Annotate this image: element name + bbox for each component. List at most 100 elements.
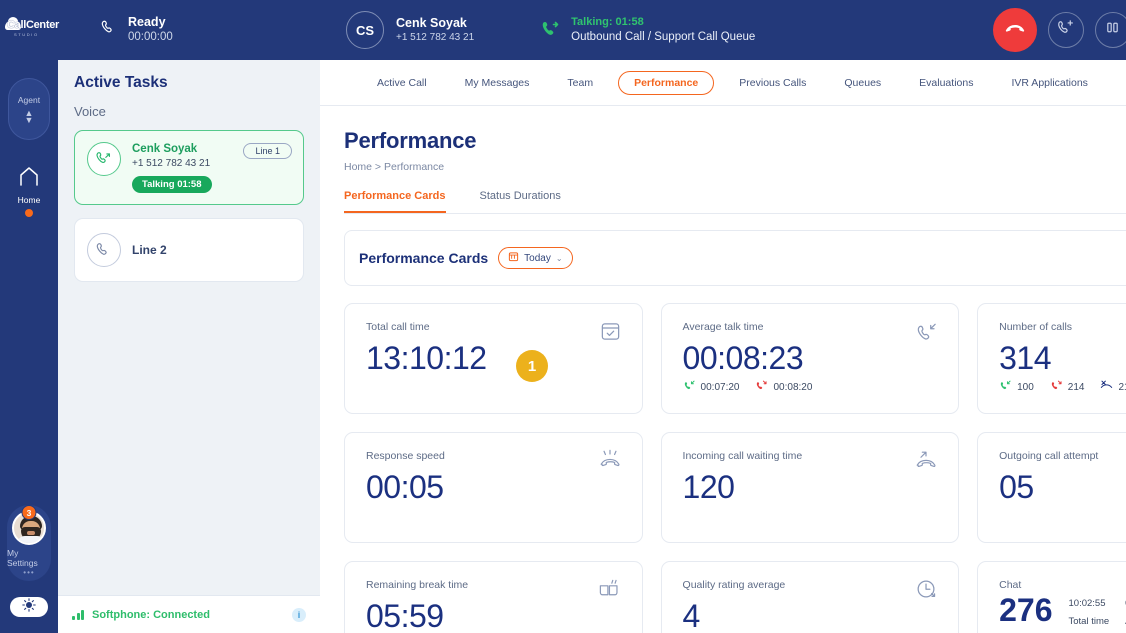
card-subvalues: 00:07:20 00:08:20 <box>683 379 941 395</box>
clock-arrow-icon <box>915 578 938 606</box>
my-settings-label: My Settings <box>7 547 38 568</box>
panel-title: Performance Cards <box>359 250 489 266</box>
card-number-of-calls[interactable]: Number of calls 314 100 214 2 <box>977 303 1126 414</box>
hangup-button[interactable] <box>992 8 1037 52</box>
info-icon[interactable]: i <box>292 607 306 622</box>
chat-stats-row: 276 10:02:55 Total time 00:22:17 Average… <box>999 591 1126 629</box>
tab-previous-calls[interactable]: Previous Calls <box>720 77 825 89</box>
phone-missed-icon <box>1100 379 1113 395</box>
more-dots-icon: ••• <box>23 567 35 577</box>
chevron-down-icon: ⌄ <box>555 253 563 263</box>
tab-performance-cards[interactable]: Performance Cards <box>344 190 446 213</box>
phone-icon <box>100 19 118 42</box>
tab-my-appointments[interactable]: My Appointments <box>1107 77 1126 89</box>
tab-my-messages[interactable]: My Messages <box>446 77 549 89</box>
panel-header: Performance Cards Today ⌄ <box>345 231 1126 285</box>
phone-incoming-green-icon <box>999 379 1012 395</box>
tab-queues[interactable]: Queues <box>825 77 900 89</box>
phone-ringing-icon <box>598 449 622 476</box>
page-content: Performance Home > Performance Performan… <box>320 106 1126 633</box>
card-label: Quality rating average <box>682 579 786 591</box>
caller-name: Cenk Soyak <box>396 16 467 30</box>
card-label: Incoming call waiting time <box>682 450 803 462</box>
call-queue-detail: Outbound Call / Support Call Queue <box>571 31 756 43</box>
my-settings-button[interactable]: 3 My Settings ••• <box>7 505 51 581</box>
settings-notification-badge: 3 <box>21 505 37 520</box>
signal-bars-icon <box>72 609 84 620</box>
agent-status-header: Ready 00:00:00 <box>58 0 320 60</box>
hold-button[interactable] <box>1094 12 1126 48</box>
home-active-dot-icon <box>25 209 33 217</box>
updown-chevrons-icon: ▲ ▼ <box>24 107 34 125</box>
card-subvalues: 100 214 2 <box>999 379 1126 395</box>
card-outgoing-call-attempt[interactable]: Outgoing call attempt 05 <box>977 432 1126 543</box>
card-label: Outgoing call attempt <box>999 450 1099 462</box>
sub-incoming-value: 100 <box>1017 381 1034 393</box>
task-card-active[interactable]: Cenk Soyak +1 512 782 43 21 Talking 01:5… <box>74 130 304 205</box>
sidebar-item-home[interactable]: Home <box>17 166 41 217</box>
card-total-call-time[interactable]: Total call time 13:10:12 <box>344 303 643 414</box>
card-value: 4 <box>682 598 701 633</box>
performance-cards-grid: Total call time 13:10:12 Average talk ti… <box>344 303 1126 633</box>
pause-icon <box>1105 20 1120 40</box>
app-root: CallCenter STUDIO Agent ▲ ▼ Home 3 My Se… <box>0 0 1126 633</box>
card-response-speed[interactable]: Response speed 00:05 <box>344 432 643 543</box>
agent-status-selector[interactable]: Agent ▲ ▼ <box>8 78 50 140</box>
task-status-badge: Talking 01:58 <box>132 176 212 193</box>
card-value: 05:59 <box>366 598 444 633</box>
caller-phone: +1 512 782 43 21 <box>396 32 475 43</box>
sub-missed: 214 <box>1100 379 1126 395</box>
chat-total-time-value: 10:02:55 <box>1068 598 1106 609</box>
tab-evaluations[interactable]: Evaluations <box>900 77 992 89</box>
breadcrumb: Home > Performance <box>344 161 445 173</box>
sub-outgoing: 00:08:20 <box>755 379 812 395</box>
logo-text: CallCenter <box>7 19 60 31</box>
chat-total-time-label: Total time <box>1068 616 1110 627</box>
phone-outgoing-red-icon <box>755 379 768 395</box>
calendar-icon <box>508 251 519 265</box>
card-average-talk-time[interactable]: Average talk time 00:08:23 00:07:20 00:0… <box>660 303 960 414</box>
card-chat[interactable]: Chat 276 10:02:55 Total time 00:22:17 Av… <box>977 561 1126 633</box>
tab-performance[interactable]: Performance <box>618 70 715 95</box>
card-remaining-break-time[interactable]: Remaining break time 05:59 <box>344 561 643 633</box>
performance-cards-panel: Performance Cards Today ⌄ <box>344 230 1126 286</box>
caller-info: CS Cenk Soyak +1 512 782 43 21 <box>346 11 474 49</box>
card-value: 00:05 <box>366 469 444 505</box>
agent-status-state: Ready <box>128 15 166 29</box>
sun-icon <box>22 597 36 617</box>
caller-avatar-initials: CS <box>346 11 384 49</box>
card-value: 13:10:12 <box>366 340 487 376</box>
card-label: Response speed <box>366 450 445 462</box>
phone-outgoing-green-icon <box>87 142 121 176</box>
task-line2-label: Line 2 <box>132 243 167 257</box>
left-icon-rail: CallCenter STUDIO Agent ▲ ▼ Home 3 My Se… <box>0 0 60 633</box>
softphone-status-text: Softphone: Connected <box>92 608 210 621</box>
tab-ivr-applications[interactable]: IVR Applications <box>992 77 1106 89</box>
sub-incoming-value: 00:07:20 <box>700 381 740 393</box>
main-area: CS Cenk Soyak +1 512 782 43 21 Talking: … <box>320 0 1126 633</box>
card-value: 05 <box>999 469 1034 505</box>
sub-incoming: 00:07:20 <box>683 379 740 395</box>
card-label: Chat <box>999 579 1022 591</box>
sub-outgoing: 214 <box>1050 379 1084 395</box>
app-logo[interactable]: CallCenter STUDIO <box>0 0 60 60</box>
tab-status-durations[interactable]: Status Durations <box>480 190 561 213</box>
chat-total-time: 10:02:55 Total time <box>1069 593 1110 629</box>
sidebar-item-home-label: Home <box>17 195 41 205</box>
tab-team[interactable]: Team <box>548 77 612 89</box>
card-value: 314 <box>999 340 1051 376</box>
tab-active-call[interactable]: Active Call <box>358 77 446 89</box>
page-title: Performance <box>344 128 477 153</box>
active-tasks-title: Active Tasks <box>74 74 168 91</box>
card-value: 120 <box>682 469 735 505</box>
phone-incoming-green-icon <box>683 379 696 395</box>
card-quality-rating-average[interactable]: Quality rating average 4 <box>660 561 960 633</box>
task-contact-phone: +1 512 782 43 21 <box>132 158 211 169</box>
task-line-badge: Line 1 <box>243 143 292 159</box>
task-card-line2[interactable]: Line 2 <box>74 218 304 282</box>
card-incoming-call-waiting-time[interactable]: Incoming call waiting time 120 <box>660 432 960 543</box>
theme-toggle-button[interactable] <box>10 597 48 617</box>
add-call-button[interactable] <box>1047 12 1084 48</box>
date-filter-dropdown[interactable]: Today ⌄ <box>498 247 573 269</box>
task-contact-name: Cenk Soyak <box>132 143 198 155</box>
